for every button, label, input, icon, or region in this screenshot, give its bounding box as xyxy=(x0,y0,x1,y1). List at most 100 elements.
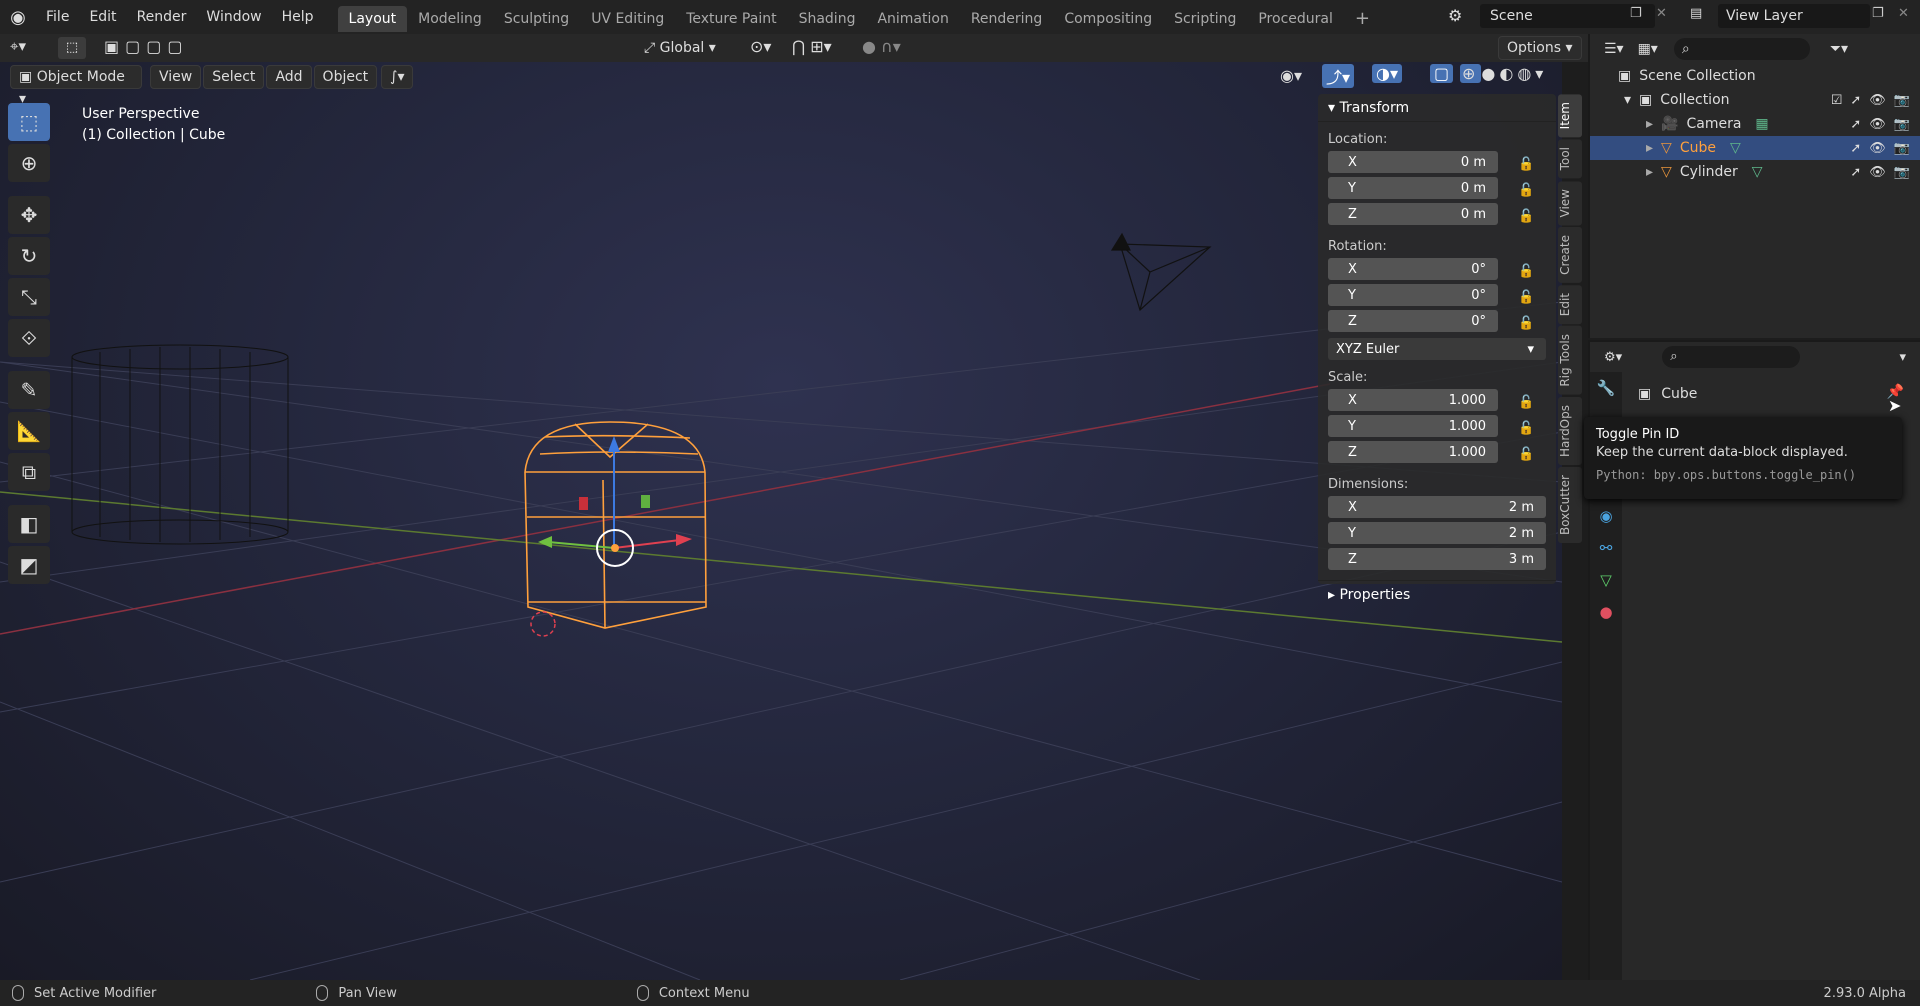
overlay-toggle-icon[interactable]: ◑▾ xyxy=(1372,64,1402,83)
delete-scene-icon[interactable]: ✕ xyxy=(1656,6,1667,21)
constraints-props-icon[interactable]: ⚯ xyxy=(1590,532,1622,564)
tab-compositing[interactable]: Compositing xyxy=(1053,6,1163,32)
scale-tool-icon[interactable]: ⤡ xyxy=(8,278,50,316)
tab-edit[interactable]: Edit xyxy=(1558,285,1582,325)
dimension-z-field[interactable]: Z 3 m xyxy=(1328,548,1546,570)
editor-type-icon[interactable]: ⚙▾ xyxy=(1604,350,1622,365)
select-arrow-icon[interactable]: ➚ xyxy=(1850,93,1861,108)
menu-help[interactable]: Help xyxy=(272,0,324,34)
display-mode-icon[interactable]: ▦▾ xyxy=(1638,41,1658,57)
rotate-tool-icon[interactable]: ↻ xyxy=(8,237,50,275)
add-workspace-icon[interactable]: + xyxy=(1344,6,1381,32)
new-view-layer-icon[interactable]: ❐ xyxy=(1872,6,1884,21)
proportional-edit-icon[interactable]: ● ∩▾ xyxy=(862,37,901,56)
view-layer-icon[interactable]: ▤ xyxy=(1690,6,1702,21)
cube-object[interactable] xyxy=(524,421,707,629)
scene-icon[interactable]: ⚙ xyxy=(1448,6,1462,25)
gizmo-toggle-icon[interactable]: ⤴▾ xyxy=(1322,64,1355,88)
physics-props-icon[interactable]: ◉ xyxy=(1590,500,1622,532)
lock-icon[interactable]: 🔓 xyxy=(1518,157,1534,172)
filter-icon[interactable]: ⏷▾ xyxy=(1830,41,1848,57)
eye-icon[interactable]: 👁 xyxy=(1869,141,1886,156)
pivot-icon[interactable]: ⊙▾ xyxy=(750,37,771,56)
z-gizmo-arrow[interactable] xyxy=(608,436,620,452)
location-x-field[interactable]: X 0 m xyxy=(1328,151,1498,173)
lock-icon[interactable]: 🔓 xyxy=(1518,316,1534,331)
scene-selector[interactable]: Scene xyxy=(1480,4,1655,28)
transform-tool-icon[interactable]: ⟐ xyxy=(8,319,50,357)
camera-render-icon[interactable]: 📷 xyxy=(1894,117,1910,132)
hardops-tool-icon[interactable]: ◧ xyxy=(8,505,50,543)
camera-render-icon[interactable]: 📷 xyxy=(1894,93,1910,108)
eye-icon[interactable]: 👁 xyxy=(1869,93,1886,108)
scale-y-field[interactable]: Y 1.000 xyxy=(1328,415,1498,437)
y-gizmo-arrow[interactable] xyxy=(538,536,552,548)
add-cube-tool-icon[interactable]: ⧉ xyxy=(8,453,50,491)
menu-render[interactable]: Render xyxy=(127,0,197,34)
move-tool-icon[interactable]: ✥ xyxy=(8,196,50,234)
location-y-field[interactable]: Y 0 m xyxy=(1328,177,1498,199)
gizmo-plane-handle-red[interactable] xyxy=(579,497,588,510)
select-menu[interactable]: Select xyxy=(203,65,265,89)
select-arrow-icon[interactable]: ➚ xyxy=(1850,141,1861,156)
lock-icon[interactable]: 🔓 xyxy=(1518,290,1534,305)
editor-type-icon[interactable]: ☰▾ xyxy=(1604,41,1624,57)
x-gizmo-axis[interactable] xyxy=(613,539,681,549)
row-toggles[interactable]: ➚ 👁 📷 xyxy=(1850,117,1910,132)
tab-sculpting[interactable]: Sculpting xyxy=(493,6,580,32)
tool-props-icon[interactable]: 🔧 xyxy=(1590,372,1622,404)
tab-create[interactable]: Create xyxy=(1558,227,1582,283)
annotate-tool-icon[interactable]: ✎ xyxy=(8,371,50,409)
rotation-x-field[interactable]: X 0° xyxy=(1328,258,1498,280)
tab-tool[interactable]: Tool xyxy=(1558,139,1582,179)
tab-scripting[interactable]: Scripting xyxy=(1163,6,1247,32)
3d-cursor-icon[interactable] xyxy=(530,611,556,637)
tab-hardops[interactable]: HardOps xyxy=(1558,396,1582,465)
boxcutter-tool-icon[interactable]: ◩ xyxy=(8,546,50,584)
editor-type-icon[interactable]: ⌖▾ xyxy=(10,37,26,55)
add-menu[interactable]: Add xyxy=(266,65,312,89)
delete-view-layer-icon[interactable]: ✕ xyxy=(1898,6,1909,21)
options-chevron-icon[interactable]: ▾ xyxy=(1899,350,1906,365)
collection-row[interactable]: ▾ ▣ Collection ☑ ➚ 👁 📷 xyxy=(1590,88,1920,112)
scale-x-field[interactable]: X 1.000 xyxy=(1328,389,1498,411)
tab-boxcutter[interactable]: BoxCutter xyxy=(1558,466,1582,543)
row-toggles[interactable]: ➚ 👁 📷 xyxy=(1850,141,1910,156)
grease-pencil-icon[interactable]: ∫▾ xyxy=(381,65,414,89)
outliner-item-cube[interactable]: ▸ ▽ Cube ▽ ➚ 👁 📷 xyxy=(1590,136,1920,160)
rotation-z-field[interactable]: Z 0° xyxy=(1328,310,1498,332)
shading-mode-icons[interactable]: ⊕ ●◐◍▾ xyxy=(1460,64,1547,83)
eye-icon[interactable]: 👁 xyxy=(1869,117,1886,132)
tab-procedural[interactable]: Procedural xyxy=(1247,6,1344,32)
tab-uv-editing[interactable]: UV Editing xyxy=(580,6,675,32)
material-props-icon[interactable]: ● xyxy=(1590,596,1622,628)
tab-modeling[interactable]: Modeling xyxy=(407,6,493,32)
select-arrow-icon[interactable]: ➚ xyxy=(1850,165,1861,180)
properties-search[interactable]: ⌕ xyxy=(1662,346,1801,368)
transform-section-header[interactable]: ▾ Transform xyxy=(1318,94,1556,122)
menu-edit[interactable]: Edit xyxy=(79,0,126,34)
tab-animation[interactable]: Animation xyxy=(866,6,959,32)
lock-icon[interactable]: 🔓 xyxy=(1518,447,1534,462)
rotation-y-field[interactable]: Y 0° xyxy=(1328,284,1498,306)
menu-window[interactable]: Window xyxy=(196,0,271,34)
tab-view[interactable]: View xyxy=(1558,180,1582,226)
row-toggles[interactable]: ➚ 👁 📷 xyxy=(1850,165,1910,180)
lock-icon[interactable]: 🔓 xyxy=(1518,183,1534,198)
outliner-item-cylinder[interactable]: ▸ ▽ Cylinder ▽ ➚ 👁 📷 xyxy=(1590,160,1920,184)
object-menu[interactable]: Object xyxy=(313,65,378,89)
lock-icon[interactable]: 🔓 xyxy=(1518,421,1534,436)
eye-icon[interactable]: 👁 xyxy=(1869,165,1886,180)
tab-rig-tools[interactable]: Rig Tools xyxy=(1558,326,1582,395)
tab-layout[interactable]: Layout xyxy=(337,6,408,32)
tab-shading[interactable]: Shading xyxy=(788,6,867,32)
row-toggles[interactable]: ☑ ➚ 👁 📷 xyxy=(1831,93,1910,108)
menu-file[interactable]: File xyxy=(36,0,79,34)
checkbox-icon[interactable]: ☑ xyxy=(1831,93,1843,108)
tab-rendering[interactable]: Rendering xyxy=(960,6,1054,32)
lock-icon[interactable]: 🔓 xyxy=(1518,395,1534,410)
measure-tool-icon[interactable]: 📐 xyxy=(8,412,50,450)
search-field[interactable]: ⌕ xyxy=(1673,38,1810,60)
x-gizmo-arrow[interactable] xyxy=(676,534,692,546)
tab-item[interactable]: Item xyxy=(1558,94,1582,138)
